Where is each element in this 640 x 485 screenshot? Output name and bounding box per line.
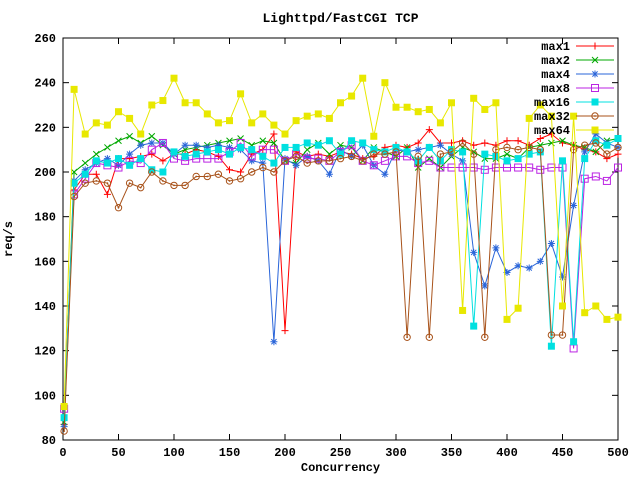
y-tick-label: 240 — [34, 77, 56, 91]
y-tick-label: 120 — [34, 345, 56, 359]
x-tick-label: 500 — [607, 446, 629, 460]
legend-label-max16: max16 — [534, 96, 570, 110]
y-tick-label: 180 — [34, 211, 56, 225]
y-tick-label: 140 — [34, 300, 56, 314]
x-tick-label: 100 — [163, 446, 185, 460]
gnuplot-chart: 0 50 100 150 200 250 300 350 400 450 500 80 100 120 14… — [0, 0, 640, 480]
legend-label-max64: max64 — [534, 124, 570, 138]
chart-title: Lighttpd/FastCGI TCP — [262, 11, 418, 26]
legend-label-max32: max32 — [534, 110, 570, 124]
y-tick-label: 160 — [34, 255, 56, 269]
x-tick-label: 50 — [111, 446, 125, 460]
x-tick-label: 400 — [496, 446, 518, 460]
y-tick-label: 260 — [34, 32, 56, 46]
x-tick-label: 250 — [330, 446, 352, 460]
legend-marker-max4 — [591, 70, 599, 78]
y-tick-label: 80 — [42, 434, 56, 448]
x-tick-label: 150 — [219, 446, 241, 460]
y-tick-label: 100 — [34, 389, 56, 403]
y-tick-label: 200 — [34, 166, 56, 180]
x-tick-label: 350 — [441, 446, 463, 460]
legend-label-max2: max2 — [541, 54, 570, 68]
y-axis-label: req/s — [2, 221, 16, 257]
legend-label-max8: max8 — [541, 82, 570, 96]
x-tick-label: 300 — [385, 446, 407, 460]
x-axis-label: Concurrency — [301, 461, 380, 475]
legend-marker-max16 — [591, 98, 599, 106]
legend-marker-max64 — [591, 126, 599, 134]
chart-canvas: 0 50 100 150 200 250 300 350 400 450 500 80 100 120 14… — [0, 0, 640, 480]
x-tick-label: 200 — [274, 446, 296, 460]
legend-label-max1: max1 — [541, 40, 570, 54]
legend-label-max4: max4 — [541, 68, 570, 82]
x-tick-label: 450 — [552, 446, 574, 460]
x-tick-label: 0 — [59, 446, 66, 460]
y-tick-label: 220 — [34, 121, 56, 135]
